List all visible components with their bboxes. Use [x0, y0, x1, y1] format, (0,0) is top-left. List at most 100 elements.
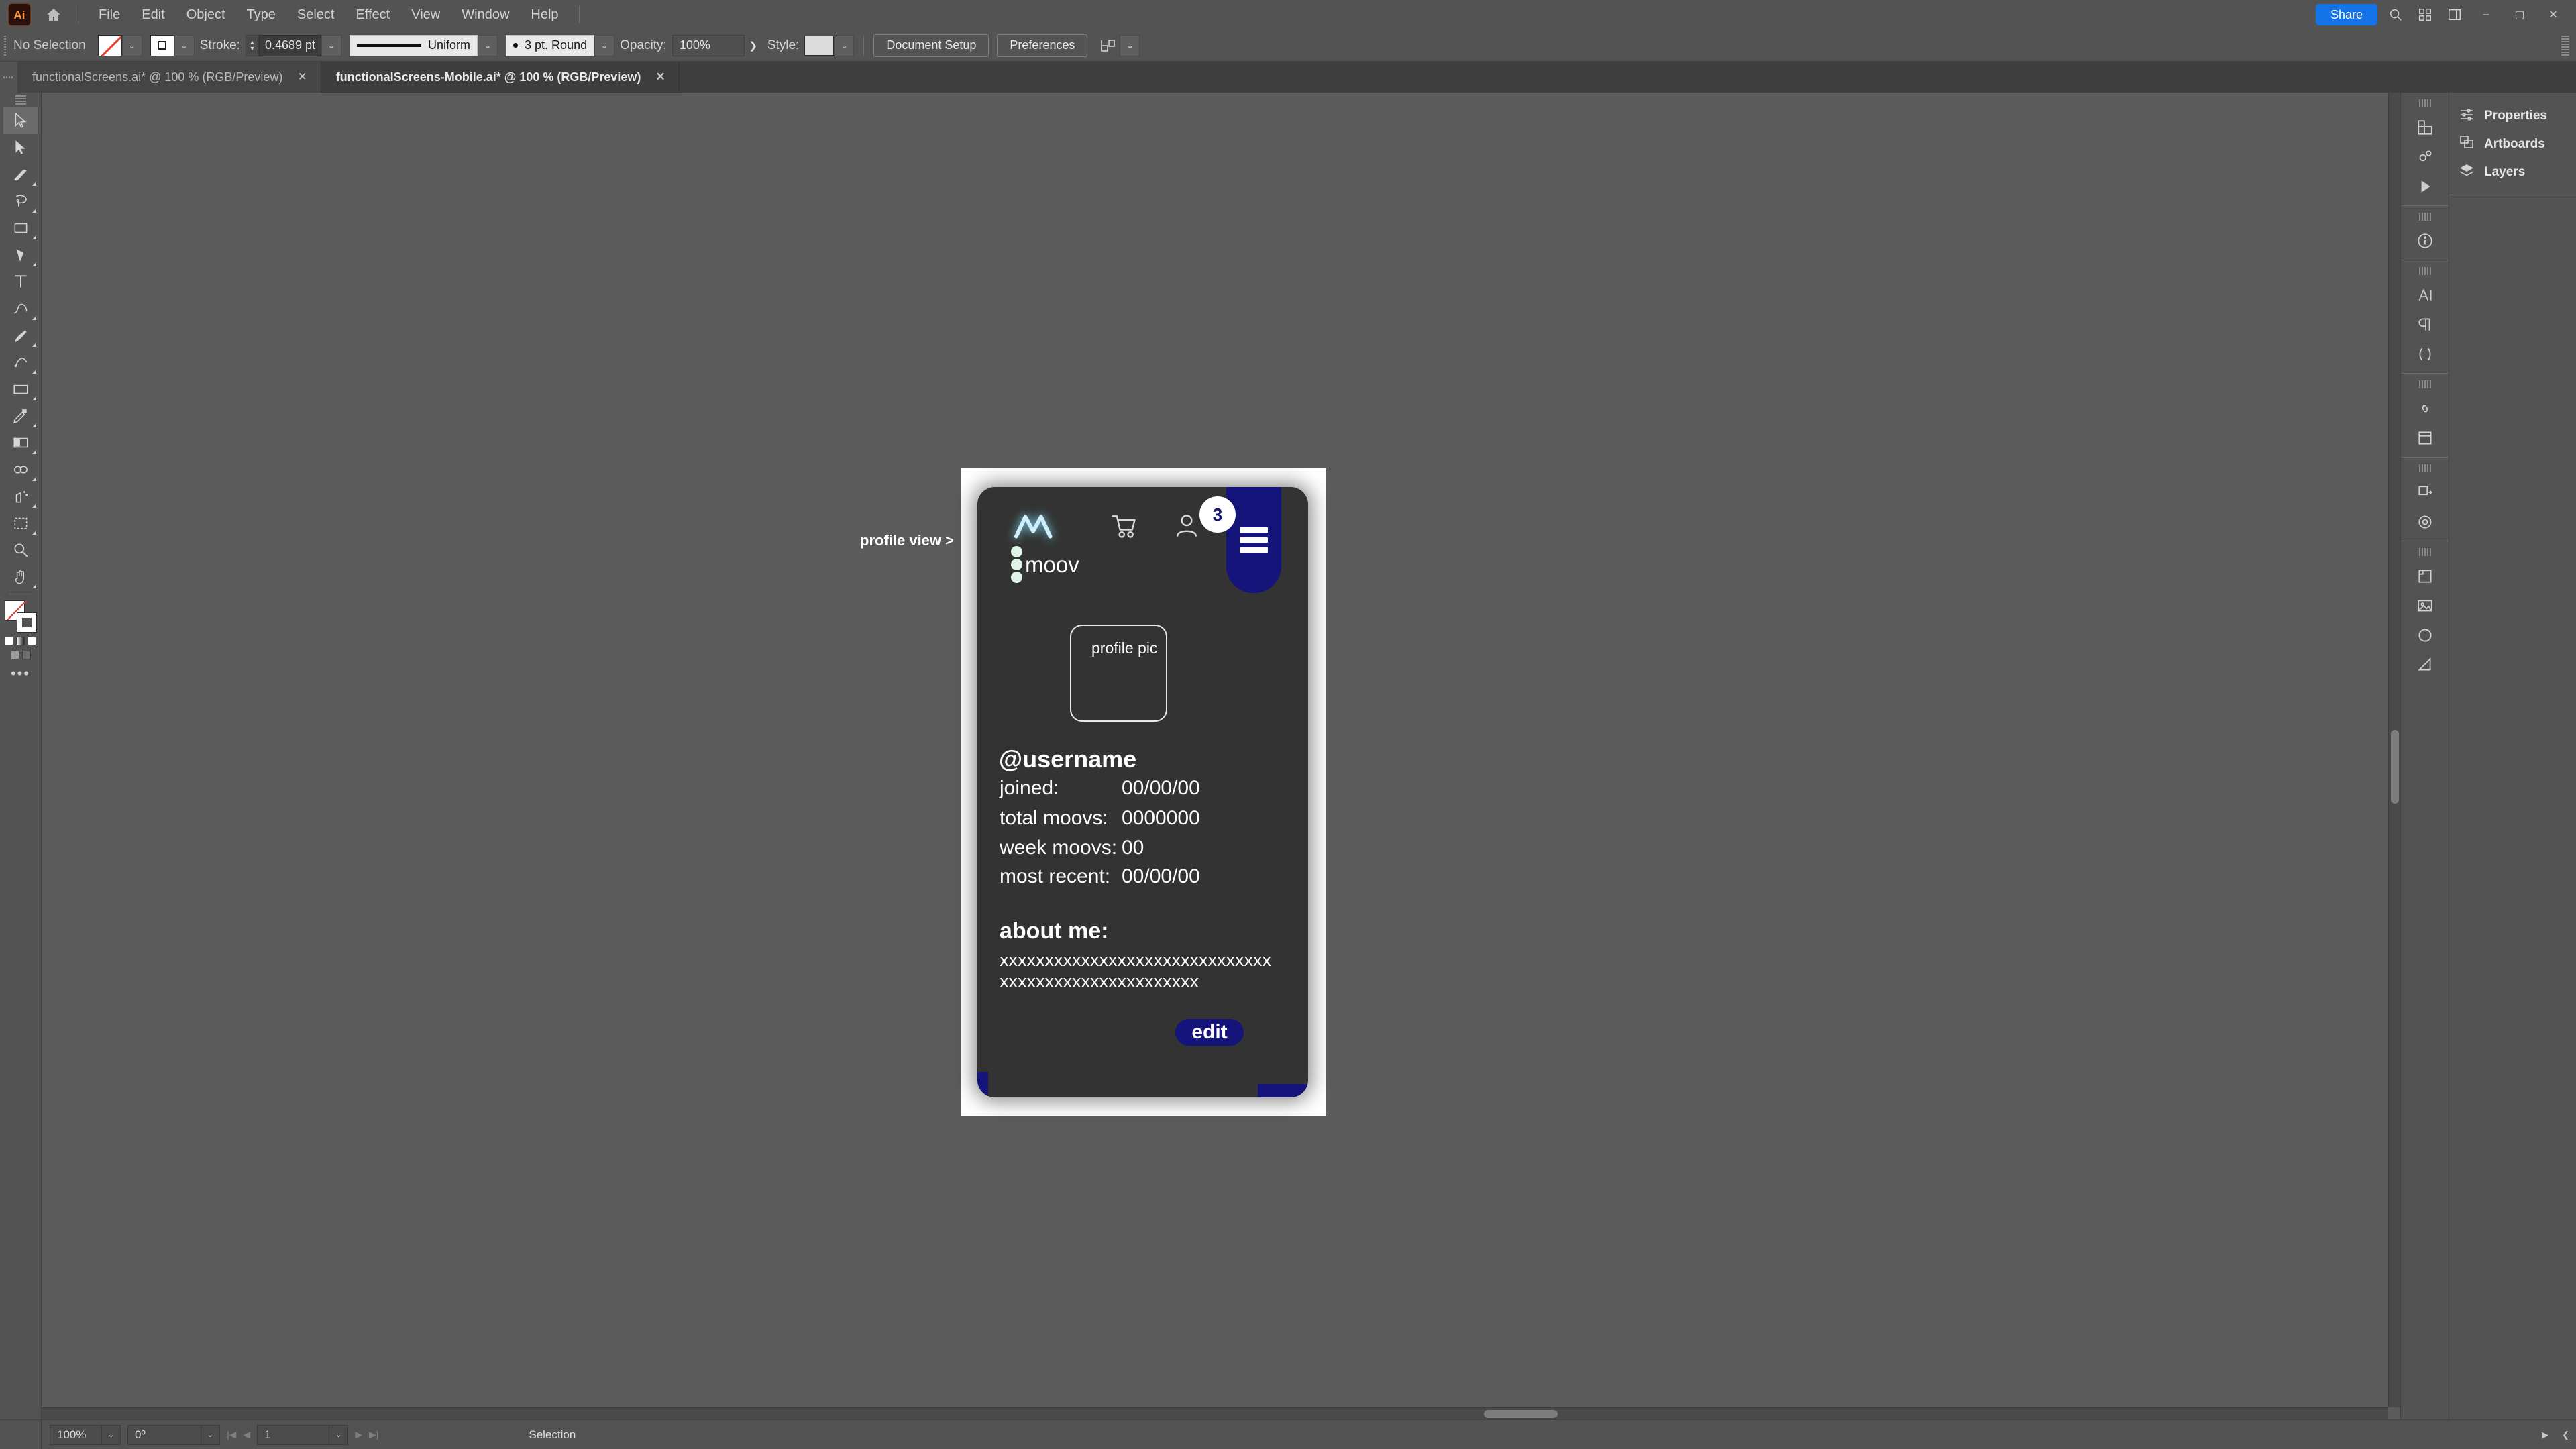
- last-artboard-icon[interactable]: ▶|: [369, 1429, 378, 1440]
- shaper-tool[interactable]: [3, 349, 38, 376]
- style-caret[interactable]: ⌄: [834, 34, 855, 56]
- gradient-panel-icon[interactable]: [2406, 650, 2444, 680]
- artboard-number-input[interactable]: 1: [257, 1424, 330, 1445]
- first-artboard-icon[interactable]: |◀: [227, 1429, 236, 1440]
- status-expand-icon[interactable]: ▶: [2535, 1430, 2555, 1440]
- lasso-tool[interactable]: [3, 188, 38, 215]
- grid-icon[interactable]: [2414, 3, 2436, 26]
- menu-item-window[interactable]: Window: [451, 5, 520, 25]
- transform-panel-icon[interactable]: [2406, 478, 2444, 507]
- type-tool[interactable]: [3, 268, 38, 295]
- preferences-button[interactable]: Preferences: [997, 34, 1088, 57]
- separate-panel-icon[interactable]: [2406, 423, 2444, 453]
- opacity-expand-chevron-icon[interactable]: ❯: [745, 35, 762, 56]
- minimize-button[interactable]: –: [2473, 0, 2500, 30]
- canvas-vertical-scrollbar[interactable]: [2388, 93, 2400, 1407]
- rectangle-frame-tool[interactable]: [3, 215, 38, 241]
- opacity-input[interactable]: 100%: [672, 34, 745, 56]
- document-tab-functionalscreens[interactable]: functionalScreens.ai* @ 100 % (RGB/Previ…: [17, 62, 321, 93]
- color-mode-none[interactable]: [28, 637, 36, 645]
- stroke-dropdown-caret[interactable]: ⌄: [174, 34, 195, 56]
- rectangle-tool[interactable]: [3, 376, 38, 402]
- next-artboard-icon[interactable]: ▶: [355, 1429, 362, 1440]
- rail-grip-2[interactable]: [2418, 213, 2431, 221]
- canvas-area[interactable]: profile view > 3 moov profile pic @usern…: [42, 93, 2400, 1419]
- graphic-style-swatch[interactable]: [804, 35, 835, 56]
- profile-picture-placeholder[interactable]: profile pic: [1070, 625, 1167, 722]
- artboard-tool[interactable]: [3, 510, 38, 537]
- stroke-swatch[interactable]: [150, 34, 174, 56]
- canvas-horizontal-scrollbar[interactable]: [42, 1407, 2388, 1419]
- magic-wand-tool[interactable]: [3, 161, 38, 188]
- document-setup-button[interactable]: Document Setup: [873, 34, 989, 57]
- prev-artboard-icon[interactable]: ◀: [243, 1429, 250, 1440]
- shopping-cart-icon[interactable]: [1109, 511, 1138, 544]
- horizontal-scroll-thumb[interactable]: [1484, 1410, 1558, 1418]
- direct-selection-tool[interactable]: [3, 134, 38, 161]
- drawing-mode-icon[interactable]: [10, 651, 19, 659]
- align-objects-icon[interactable]: [1097, 34, 1120, 57]
- panel-item-properties[interactable]: Properties: [2449, 102, 2576, 130]
- fill-swatch[interactable]: [97, 34, 122, 56]
- close-button[interactable]: ✕: [2540, 0, 2567, 30]
- zoom-level-caret[interactable]: ⌄: [102, 1424, 121, 1445]
- menu-item-file[interactable]: File: [88, 5, 131, 25]
- play-action-icon[interactable]: [2406, 172, 2444, 201]
- panel-layout-icon[interactable]: [2443, 3, 2466, 26]
- fill-dropdown-caret[interactable]: ⌄: [121, 34, 142, 56]
- eyedropper-tool[interactable]: [3, 402, 38, 429]
- stroke-weight-input[interactable]: 0.4689 pt: [258, 34, 322, 56]
- character-panel-icon[interactable]: [2406, 280, 2444, 310]
- gear-panel-icon[interactable]: [2406, 142, 2444, 172]
- color-mode-color[interactable]: [5, 637, 13, 645]
- maximize-button[interactable]: ▢: [2506, 0, 2533, 30]
- menu-item-select[interactable]: Select: [286, 5, 345, 25]
- screen-mode-icon[interactable]: [21, 651, 31, 659]
- control-bar-right-grip[interactable]: [2561, 35, 2569, 56]
- links-panel-icon[interactable]: [2406, 394, 2444, 423]
- ai-app-logo[interactable]: Ai: [8, 3, 31, 26]
- pen-tool[interactable]: [3, 241, 38, 268]
- panel-item-artboards[interactable]: Artboards: [2449, 130, 2576, 158]
- panel-item-layers[interactable]: Layers: [2449, 158, 2576, 186]
- zoom-level-input[interactable]: 100%: [50, 1424, 102, 1445]
- info-icon[interactable]: [2406, 226, 2444, 256]
- hand-tool[interactable]: [3, 564, 38, 590]
- artboards-panel-icon[interactable]: [2406, 561, 2444, 591]
- home-icon[interactable]: [39, 0, 68, 30]
- rail-grip-6[interactable]: [2418, 548, 2431, 556]
- tab-close-icon[interactable]: ✕: [653, 69, 667, 85]
- menu-item-effect[interactable]: Effect: [345, 5, 400, 25]
- stroke-weight-caret[interactable]: ⌄: [321, 34, 342, 56]
- stroke-weight-stepper[interactable]: ▲ ▼: [245, 34, 259, 56]
- tab-bar-grip[interactable]: [0, 62, 17, 93]
- menu-item-edit[interactable]: Edit: [131, 5, 175, 25]
- image-trace-icon[interactable]: [2406, 591, 2444, 621]
- share-button[interactable]: Share: [2315, 4, 2377, 25]
- rail-grip-3[interactable]: [2418, 267, 2431, 275]
- zoom-tool[interactable]: [3, 537, 38, 564]
- rail-grip-1[interactable]: [2418, 99, 2431, 107]
- brush-definition-caret[interactable]: ⌄: [594, 34, 615, 56]
- tab-close-icon[interactable]: ✕: [294, 69, 309, 85]
- edit-toolbar-icon[interactable]: •••: [11, 666, 30, 681]
- tools-panel-grip[interactable]: [15, 95, 26, 105]
- stroke-profile-caret[interactable]: ⌄: [478, 34, 498, 56]
- stroke-profile-select[interactable]: Uniform: [350, 34, 478, 56]
- appearance-panel-icon[interactable]: [2406, 507, 2444, 537]
- menu-item-object[interactable]: Object: [176, 5, 236, 25]
- brush-definition-select[interactable]: 3 pt. Round: [506, 34, 595, 56]
- symbol-sprayer-tool[interactable]: [3, 483, 38, 510]
- blend-tool[interactable]: [3, 456, 38, 483]
- gradient-tool[interactable]: [3, 429, 38, 456]
- selection-tool[interactable]: [3, 107, 38, 134]
- menu-item-type[interactable]: Type: [236, 5, 286, 25]
- fill-stroke-indicator[interactable]: [4, 600, 37, 633]
- control-bar-grip[interactable]: [0, 30, 9, 62]
- curvature-tool[interactable]: [3, 295, 38, 322]
- color-mode-gradient[interactable]: [16, 637, 25, 645]
- document-tab-functionalscreens-mobile[interactable]: functionalScreens-Mobile.ai* @ 100 % (RG…: [321, 62, 680, 93]
- hamburger-menu-icon[interactable]: [1226, 487, 1281, 593]
- user-account-icon[interactable]: [1172, 511, 1201, 544]
- menu-item-view[interactable]: View: [400, 5, 451, 25]
